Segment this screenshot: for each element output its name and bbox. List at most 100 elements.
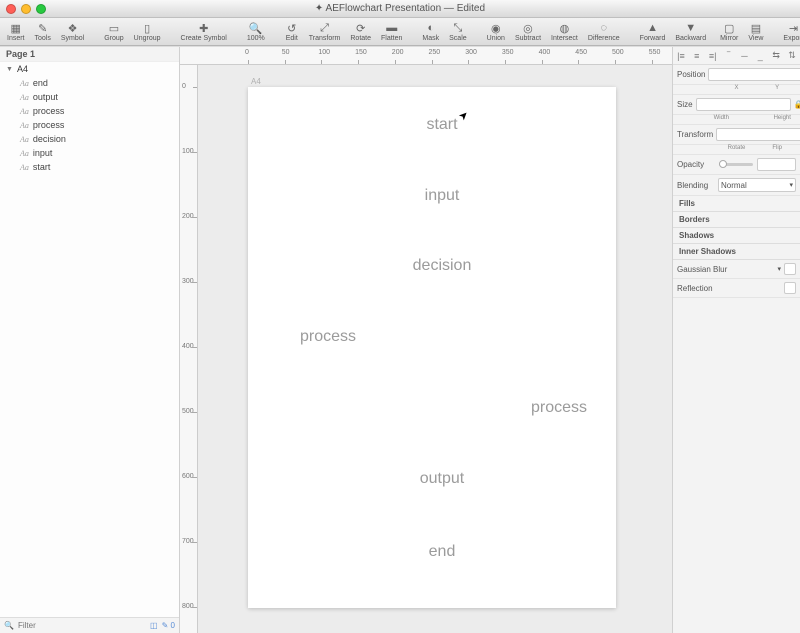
section-fills[interactable]: Fills (673, 196, 800, 212)
canvas-text-process2[interactable]: process (531, 399, 587, 417)
page-header[interactable]: Page 1 (0, 47, 179, 62)
ungroup-button[interactable]: ▯Ungroup (131, 20, 164, 43)
rotate-label: Rotate (350, 35, 371, 42)
position-x-input[interactable] (708, 68, 800, 81)
zoom-button[interactable]: 🔍100% (244, 20, 268, 43)
mask-icon: ◐ (424, 21, 438, 35)
insert-button[interactable]: ▦Insert (4, 20, 28, 43)
create-symbol-label: Create Symbol (181, 35, 227, 42)
layer-item[interactable]: Aainput (0, 146, 179, 160)
canvas-text-start[interactable]: start (426, 116, 457, 134)
align-right-button[interactable]: ≡| (707, 50, 719, 62)
window-zoom-button[interactable] (36, 4, 46, 14)
layer-item[interactable]: Aaprocess (0, 104, 179, 118)
canvas-text-output[interactable]: output (420, 470, 464, 488)
blending-select[interactable]: Normal▾ (718, 178, 796, 192)
layer-toggle-icon[interactable]: ◫ (150, 621, 158, 630)
tools-button[interactable]: ✎Tools (32, 20, 54, 43)
layer-item[interactable]: Aaend (0, 76, 179, 90)
filter-input[interactable] (18, 621, 146, 630)
rotate-sublabel: Rotate (718, 145, 756, 151)
canvas-text-end[interactable]: end (429, 543, 456, 561)
distribute-h-button[interactable]: ⇆ (770, 50, 782, 62)
mask-button[interactable]: ◐Mask (419, 20, 442, 43)
distribute-v-button[interactable]: ⇅ (786, 50, 798, 62)
align-hcenter-button[interactable]: ≡ (691, 50, 703, 62)
align-left-button[interactable]: |≡ (675, 50, 687, 62)
mirror-button[interactable]: ▢Mirror (717, 20, 741, 43)
section-shadows[interactable]: Shadows (673, 228, 800, 244)
view-button[interactable]: ▤View (745, 20, 766, 43)
layer-item[interactable]: Aaoutput (0, 90, 179, 104)
align-bottom-button[interactable]: _ (754, 50, 766, 62)
forward-button[interactable]: ▲Forward (637, 20, 669, 43)
difference-button[interactable]: ◌Difference (585, 20, 623, 43)
opacity-input[interactable] (757, 158, 797, 171)
artboard-row[interactable]: ▼ A4 (0, 62, 179, 76)
group-label: Group (104, 35, 123, 42)
layer-item[interactable]: Aaprocess (0, 118, 179, 132)
intersect-button[interactable]: ◍Intersect (548, 20, 581, 43)
rotate-button[interactable]: ⟳Rotate (347, 20, 374, 43)
view-icon: ▤ (749, 21, 763, 35)
flatten-label: Flatten (381, 35, 402, 42)
vertical-ruler[interactable]: 0100200300400500600700800 (180, 65, 198, 633)
flip-sublabel: Flip (758, 145, 796, 151)
gaussian-blur-checkbox[interactable] (784, 263, 796, 275)
scale-button[interactable]: ⤡Scale (446, 20, 470, 43)
export-label: Export (783, 35, 800, 42)
symbol-button[interactable]: ❖Symbol (58, 20, 87, 43)
window-minimize-button[interactable] (21, 4, 31, 14)
chevron-down-icon[interactable]: ▾ (777, 265, 781, 273)
layer-name: input (33, 148, 53, 158)
ruler-tick: 350 (502, 49, 514, 56)
layer-item[interactable]: Aastart (0, 160, 179, 174)
section-borders[interactable]: Borders (673, 212, 800, 228)
disclosure-icon[interactable]: ▼ (6, 66, 13, 73)
canvas[interactable]: A4 startinputdecisionprocessprocessoutpu… (198, 65, 672, 633)
ruler-tick: 0 (182, 83, 186, 90)
opacity-slider[interactable] (719, 163, 753, 166)
create-symbol-icon: ✚ (197, 21, 211, 35)
lock-aspect-icon[interactable]: 🔒 (794, 100, 800, 109)
layer-item[interactable]: Aadecision (0, 132, 179, 146)
ruler-tick: 100 (318, 49, 330, 56)
align-vcenter-button[interactable]: ─ (738, 50, 750, 62)
group-button[interactable]: ▭Group (101, 20, 126, 43)
ruler-tick: 500 (182, 408, 194, 415)
canvas-text-input[interactable]: input (425, 187, 460, 205)
flatten-button[interactable]: ▬Flatten (378, 20, 405, 43)
canvas-text-decision[interactable]: decision (413, 257, 472, 275)
reflection-checkbox[interactable] (784, 282, 796, 294)
export-button[interactable]: ⇥Export (780, 20, 800, 43)
size-width-input[interactable] (696, 98, 791, 111)
create-symbol-button[interactable]: ✚Create Symbol (178, 20, 230, 43)
artboard[interactable] (248, 87, 616, 608)
blending-label: Blending (677, 181, 715, 190)
rotate-input[interactable] (716, 128, 800, 141)
union-button[interactable]: ◉Union (484, 20, 508, 43)
horizontal-ruler[interactable]: 050100150200250300350400450500550600 (180, 47, 672, 65)
scale-icon: ⤡ (451, 21, 465, 35)
text-layer-icon: Aa (20, 121, 29, 130)
transform-button[interactable]: ⤢Transform (306, 20, 344, 43)
toolbar: ▦Insert✎Tools❖Symbol ▭Group▯Ungroup ✚Creat… (0, 18, 800, 46)
layer-name: decision (33, 134, 66, 144)
transform-label: Transform (309, 35, 341, 42)
ruler-tick: 600 (182, 473, 194, 480)
ruler-tick: 450 (575, 49, 587, 56)
intersect-icon: ◍ (557, 21, 571, 35)
position-label: Position (677, 70, 705, 79)
edit-button[interactable]: ↺Edit (282, 20, 302, 43)
subtract-button[interactable]: ◎Subtract (512, 20, 544, 43)
window-close-button[interactable] (6, 4, 16, 14)
ruler-tick: 250 (429, 49, 441, 56)
layer-name: process (33, 106, 65, 116)
section-inner-shadows[interactable]: Inner Shadows (673, 244, 800, 260)
backward-button[interactable]: ▼Backward (672, 20, 709, 43)
align-top-button[interactable]: ‾ (723, 50, 735, 62)
canvas-text-process1[interactable]: process (300, 328, 356, 346)
ruler-tick: 50 (282, 49, 290, 56)
window-title: ✦ AEFlowchart Presentation — Edited (0, 3, 800, 14)
ruler-tick: 0 (245, 49, 249, 56)
